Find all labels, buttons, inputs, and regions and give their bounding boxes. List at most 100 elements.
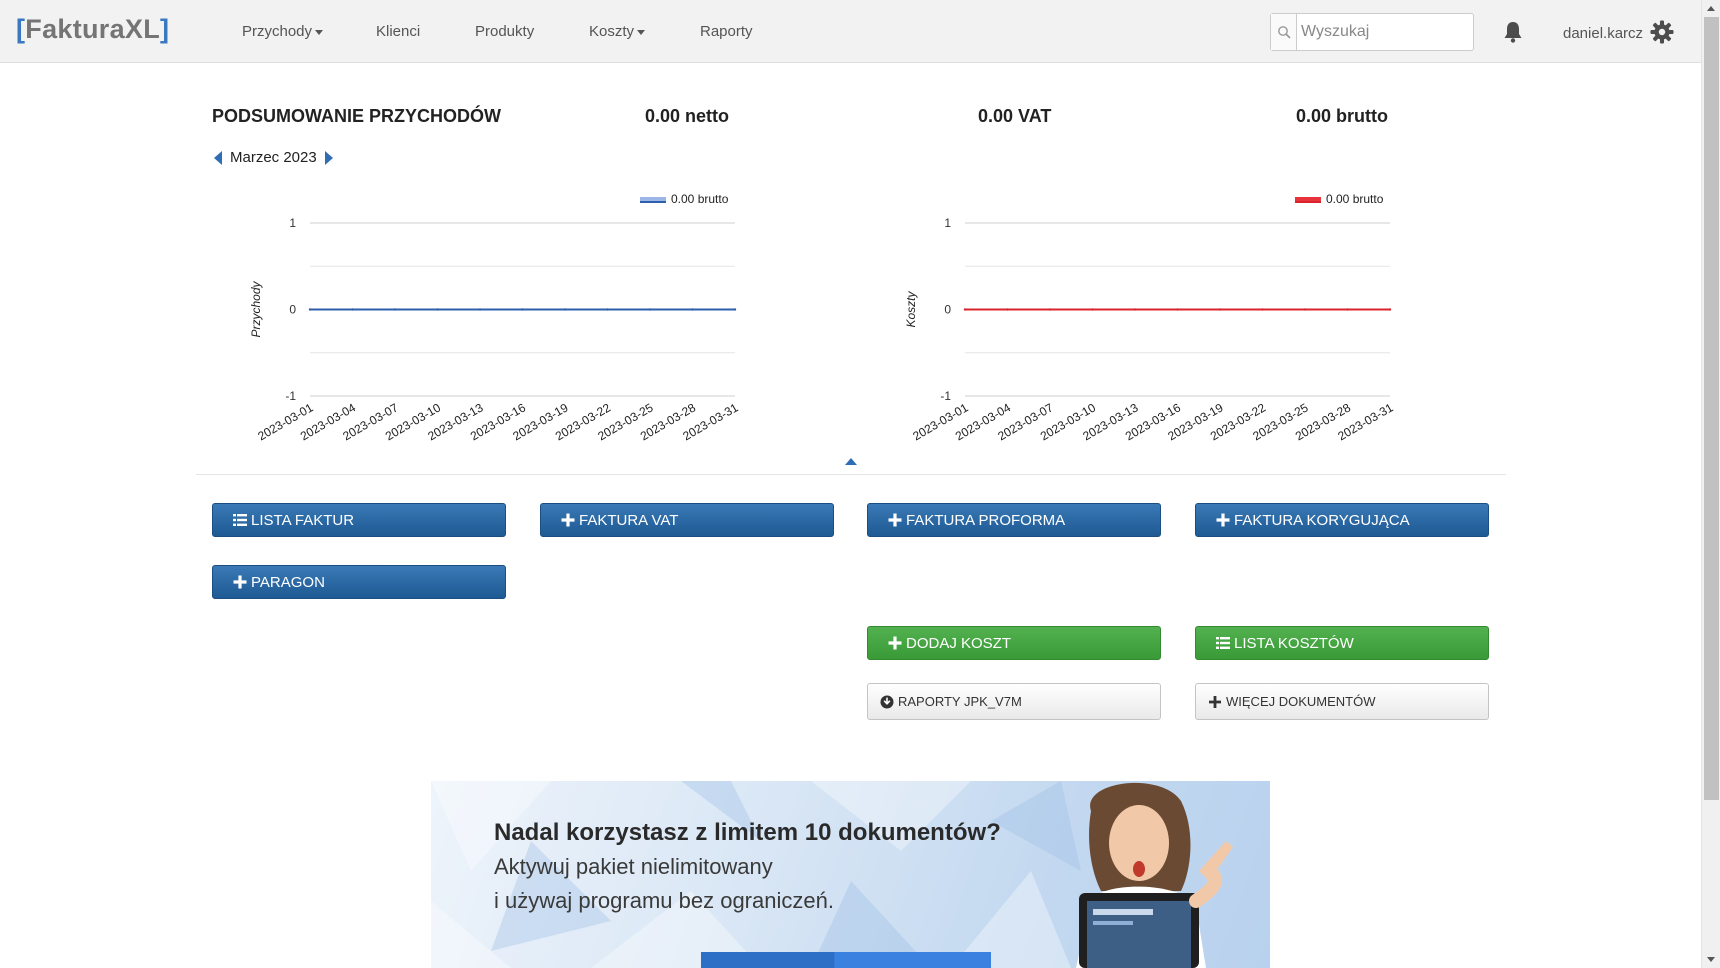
top-navbar: [FakturaXL] Przychody Klienci Produkty K… bbox=[0, 0, 1701, 63]
data-point bbox=[351, 308, 354, 311]
bell-icon[interactable] bbox=[1500, 19, 1526, 45]
raporty-jpk-button[interactable]: RAPORTY JPK_V7M bbox=[867, 683, 1161, 720]
wiecej-dokumentow-button[interactable]: WIĘCEJ DOKUMENTÓW bbox=[1195, 683, 1489, 720]
button-label: LISTA FAKTUR bbox=[251, 511, 355, 529]
button-label: DODAJ KOSZT bbox=[906, 634, 1012, 652]
data-point bbox=[1346, 308, 1349, 311]
faktura-vat-button[interactable]: FAKTURA VAT bbox=[540, 503, 834, 537]
data-point bbox=[521, 308, 524, 311]
data-point bbox=[733, 308, 737, 311]
y-axis-label: Przychody bbox=[249, 280, 263, 337]
plus-icon bbox=[1216, 513, 1230, 527]
list-icon bbox=[233, 514, 247, 526]
list-icon bbox=[1216, 637, 1230, 649]
data-point bbox=[308, 308, 312, 311]
vertical-scrollbar[interactable] bbox=[1701, 0, 1720, 968]
current-month: Marzec 2023 bbox=[230, 149, 317, 166]
banner-cta-button[interactable] bbox=[701, 952, 991, 968]
nav-item-raporty[interactable]: Raporty bbox=[700, 23, 753, 40]
lista-faktur-button[interactable]: LISTA FAKTUR bbox=[212, 503, 506, 537]
search-input[interactable] bbox=[1301, 18, 1469, 46]
data-point bbox=[563, 308, 567, 311]
circle-arrow-icon bbox=[880, 695, 894, 708]
legend-swatch-line bbox=[1295, 201, 1321, 203]
brand-name: FakturaXL bbox=[25, 14, 161, 44]
paragon-button[interactable]: PARAGON bbox=[212, 565, 506, 599]
y-tick-label: 1 bbox=[944, 216, 951, 230]
promo-banner[interactable]: Nadal korzystasz z limitem 10 dokumentów… bbox=[431, 781, 1270, 968]
data-point bbox=[648, 308, 652, 311]
scrollbar-thumb[interactable] bbox=[1704, 17, 1719, 800]
plus-icon bbox=[1209, 695, 1221, 708]
faktura-korygujaca-button[interactable]: FAKTURA KORYGUJĄCA bbox=[1195, 503, 1489, 537]
gear-icon[interactable] bbox=[1650, 20, 1674, 44]
banner-headline: Nadal korzystasz z limitem 10 dokumentów… bbox=[494, 819, 1001, 846]
month-navigator: Marzec 2023 bbox=[214, 149, 333, 166]
data-point bbox=[1218, 308, 1222, 311]
plus-icon bbox=[233, 575, 247, 589]
summary-title: PODSUMOWANIE PRZYCHODÓW bbox=[212, 106, 502, 126]
nav-item-klienci[interactable]: Klienci bbox=[376, 23, 420, 40]
plus-icon bbox=[888, 636, 902, 650]
nav-item-przychody[interactable]: Przychody bbox=[242, 23, 324, 40]
y-tick-label: 0 bbox=[944, 303, 951, 317]
scroll-down-arrow-icon[interactable] bbox=[1707, 957, 1715, 962]
button-label: FAKTURA VAT bbox=[579, 511, 679, 529]
button-label: FAKTURA KORYGUJĄCA bbox=[1234, 511, 1410, 529]
summary-netto: 0.00 netto bbox=[645, 106, 730, 126]
collapse-arrow-icon[interactable] bbox=[845, 458, 857, 465]
lista-kosztow-button[interactable]: LISTA KOSZTÓW bbox=[1195, 626, 1489, 660]
data-point bbox=[963, 308, 967, 311]
y-axis-label: Koszty bbox=[904, 290, 918, 327]
data-point bbox=[606, 308, 609, 311]
search-icon[interactable] bbox=[1271, 14, 1297, 50]
nav-item-label: Produkty bbox=[475, 23, 535, 40]
data-point bbox=[436, 308, 439, 311]
chart-svg: 10-1Przychody2023-03-012023-03-042023-03… bbox=[249, 192, 741, 443]
y-tick-label: -1 bbox=[285, 389, 296, 403]
search-box bbox=[1270, 13, 1474, 51]
brand-logo[interactable]: [FakturaXL] bbox=[16, 14, 169, 45]
username[interactable]: daniel.karcz bbox=[1563, 25, 1643, 42]
data-point bbox=[1091, 308, 1094, 311]
faktura-proforma-button[interactable]: FAKTURA PROFORMA bbox=[867, 503, 1161, 537]
nav-item-label: Klienci bbox=[376, 23, 421, 40]
costs-chart: 1 0 -1 Koszty 2023-03-01 2023-03-04 2023-03-07… bbox=[890, 185, 1410, 450]
nav-item-label: Przychody bbox=[242, 23, 313, 40]
brand-bracket-close: ] bbox=[160, 14, 170, 44]
nav-item-koszty[interactable]: Koszty bbox=[589, 23, 646, 40]
button-label: LISTA KOSZTÓW bbox=[1234, 634, 1354, 652]
y-tick-label: 0 bbox=[289, 303, 296, 317]
banner-line-2: i używaj programu bez ograniczeń. bbox=[494, 888, 834, 913]
chart-svg: 10-1Koszty2023-03-012023-03-042023-03-07… bbox=[904, 192, 1396, 443]
data-point bbox=[1048, 308, 1052, 311]
dodaj-koszt-button[interactable]: DODAJ KOSZT bbox=[867, 626, 1161, 660]
data-point bbox=[393, 308, 397, 311]
data-point bbox=[1388, 308, 1392, 311]
data-point bbox=[1006, 308, 1009, 311]
prev-month-arrow-icon[interactable] bbox=[214, 150, 222, 165]
y-tick-label: 1 bbox=[289, 216, 296, 230]
button-label: FAKTURA PROFORMA bbox=[906, 511, 1066, 529]
plus-icon bbox=[888, 513, 902, 527]
app-window: [FakturaXL] Przychody Klienci Produkty K… bbox=[0, 0, 1720, 968]
data-point bbox=[1176, 308, 1179, 311]
brand-bracket-open: [ bbox=[16, 14, 26, 44]
woman-with-laptop-illustration bbox=[1076, 782, 1233, 968]
revenue-chart: 1 0 -1 Przychody 2023-03-01 2023-03-04 2023-03… bbox=[235, 185, 755, 450]
y-tick-label: -1 bbox=[940, 389, 951, 403]
summary-brutto: 0.00 brutto bbox=[1296, 106, 1389, 126]
plus-icon bbox=[561, 513, 575, 527]
nav-item-produkty[interactable]: Produkty bbox=[475, 23, 534, 40]
button-label: WIĘCEJ DOKUMENTÓW bbox=[1226, 694, 1376, 709]
data-point bbox=[1303, 308, 1307, 311]
data-point bbox=[1261, 308, 1264, 311]
data-point bbox=[691, 308, 694, 311]
section-divider bbox=[196, 474, 1506, 475]
caret-down-icon bbox=[315, 29, 324, 35]
scroll-up-arrow-icon[interactable] bbox=[1707, 6, 1715, 11]
data-point bbox=[1133, 308, 1137, 311]
legend-label: 0.00 brutto bbox=[1326, 192, 1384, 206]
button-label: RAPORTY JPK_V7M bbox=[898, 694, 1022, 709]
next-month-arrow-icon[interactable] bbox=[324, 150, 333, 165]
